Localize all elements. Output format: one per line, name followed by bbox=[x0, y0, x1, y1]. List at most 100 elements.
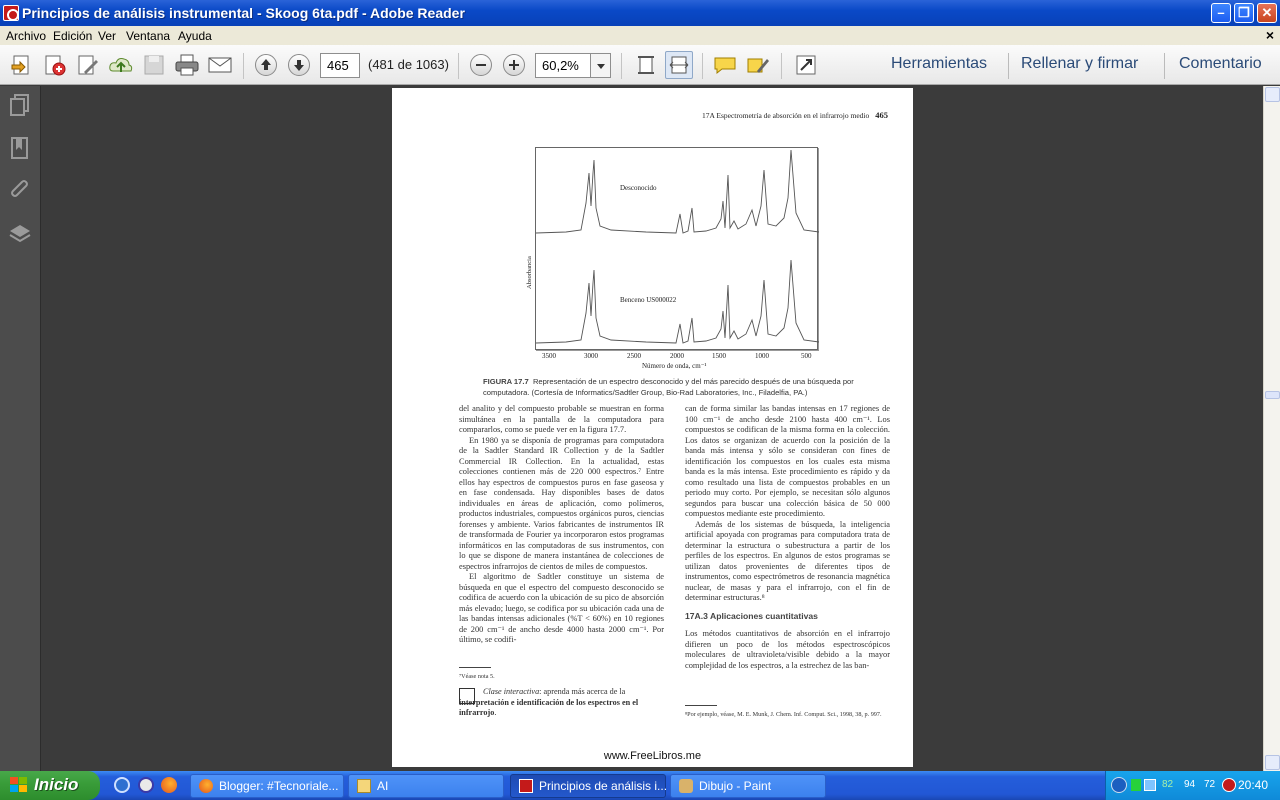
attachments-icon[interactable] bbox=[8, 179, 32, 203]
paragraph: El algoritmo de Sadtler constituye un si… bbox=[459, 572, 664, 644]
media-player-icon[interactable] bbox=[138, 777, 154, 793]
paragraph: En 1980 ya se disponía de programas para… bbox=[459, 435, 664, 571]
task-paint[interactable]: Dibujo - Paint bbox=[670, 774, 826, 798]
close-button[interactable]: ✕ bbox=[1257, 3, 1277, 23]
title-bar: Principios de análisis instrumental - Sk… bbox=[0, 0, 1280, 26]
tray-expand-icon[interactable] bbox=[1111, 777, 1127, 793]
show-desktop-icon[interactable] bbox=[114, 777, 130, 793]
comment-icon[interactable] bbox=[711, 51, 739, 79]
start-button[interactable]: Inicio bbox=[0, 771, 100, 800]
network-icon[interactable] bbox=[1144, 779, 1156, 791]
caption-text: Representación de un espectro desconocid… bbox=[483, 377, 854, 397]
paragraph: Los métodos cuantitativos de absorción e… bbox=[685, 629, 890, 670]
menu-archivo[interactable]: Archivo bbox=[6, 29, 46, 43]
x-axis-label: Número de onda, cm⁻¹ bbox=[642, 362, 707, 370]
zoom-input[interactable]: 60,2% bbox=[535, 53, 591, 78]
site-watermark: www.FreeLibros.me bbox=[603, 750, 702, 762]
tick-1000: 1000 bbox=[755, 352, 769, 360]
menu-edicion[interactable]: Edición bbox=[53, 29, 92, 43]
bookmarks-icon[interactable] bbox=[8, 136, 32, 160]
window-title: Principios de análisis instrumental - Sk… bbox=[22, 5, 465, 21]
task-blogger[interactable]: Blogger: #Tecnoriale... bbox=[190, 774, 344, 798]
spectrum-figure: Desconocido Benceno US000022 bbox=[535, 147, 819, 350]
y-axis-label: Absorbancia bbox=[526, 256, 533, 289]
restore-button[interactable]: ❐ bbox=[1234, 3, 1254, 23]
cpu-stat: 82 bbox=[1162, 779, 1174, 790]
paragraph: Además de los sistemas de búsqueda, la i… bbox=[685, 519, 890, 603]
firefox-icon[interactable] bbox=[161, 777, 177, 793]
menu-ver[interactable]: Ver bbox=[98, 29, 116, 43]
running-head-title: 17A Espectrometría de absorción en el in… bbox=[702, 111, 870, 120]
fill-sign-link[interactable]: Rellenar y firmar bbox=[1021, 55, 1138, 73]
email-icon[interactable] bbox=[206, 51, 234, 79]
scroll-down-icon[interactable] bbox=[1265, 755, 1280, 770]
vertical-scrollbar[interactable] bbox=[1263, 86, 1280, 771]
layers-icon[interactable] bbox=[8, 222, 32, 246]
interactive-class-note: Clase interactiva: aprenda más acerca de… bbox=[459, 687, 639, 718]
benzene-spectrum bbox=[536, 259, 819, 344]
tick-3000: 3000 bbox=[584, 352, 598, 360]
save-icon[interactable] bbox=[140, 51, 168, 79]
page-thumbnails-icon[interactable] bbox=[8, 93, 32, 117]
paragraph: can de forma similar las bandas intensas… bbox=[685, 404, 890, 518]
left-column: del analito y del compuesto probable se … bbox=[459, 404, 664, 646]
fullscreen-icon[interactable] bbox=[792, 51, 820, 79]
close-document-icon[interactable]: × bbox=[1266, 27, 1274, 43]
interactive-text: : aprenda más acerca de la bbox=[539, 687, 626, 696]
temp-stat: 72 bbox=[1204, 779, 1216, 790]
menu-ventana[interactable]: Ventana bbox=[126, 29, 170, 43]
tick-2000: 2000 bbox=[670, 352, 684, 360]
right-column: can de forma similar las bandas intensas… bbox=[685, 404, 890, 671]
highlight-icon[interactable] bbox=[744, 51, 772, 79]
open-file-icon[interactable] bbox=[8, 51, 36, 79]
windows-flag-icon bbox=[10, 777, 27, 792]
print-icon[interactable] bbox=[173, 51, 201, 79]
page-count: (481 de 1063) bbox=[368, 57, 449, 72]
footnote-8: ⁸Por ejemplo, véase, M. E. Munk, J. Chem… bbox=[685, 711, 882, 718]
next-page-icon[interactable] bbox=[285, 51, 313, 79]
menu-ayuda[interactable]: Ayuda bbox=[178, 29, 212, 43]
paragraph: del analito y del compuesto probable se … bbox=[459, 404, 664, 434]
scroll-up-icon[interactable] bbox=[1265, 87, 1280, 102]
clock: 20:40 bbox=[1237, 778, 1268, 792]
section-heading: 17A.3 Aplicaciones cuantitativas bbox=[685, 610, 818, 621]
tools-link[interactable]: Herramientas bbox=[891, 55, 987, 73]
benzene-label: Benceno US000022 bbox=[620, 296, 677, 304]
tick-1500: 1500 bbox=[712, 352, 726, 360]
system-tray: 82 94 72 20:40 bbox=[1105, 771, 1280, 800]
cloud-upload-icon[interactable] bbox=[107, 51, 135, 79]
figure-caption: FIGURA 17.7 Representación de un espectr… bbox=[483, 376, 883, 398]
memory-stat: 94 bbox=[1184, 779, 1196, 790]
menu-bar: Archivo Edición Ver Ventana Ayuda × bbox=[0, 26, 1280, 45]
comment-link[interactable]: Comentario bbox=[1179, 55, 1262, 73]
caption-label: FIGURA 17.7 bbox=[483, 377, 529, 386]
interactive-bold: interpretación e identificación de los e… bbox=[459, 697, 639, 718]
folder-icon bbox=[357, 779, 371, 793]
task-adobe-reader[interactable]: Principios de análisis i... bbox=[510, 774, 667, 798]
fit-page-icon[interactable] bbox=[632, 51, 660, 79]
running-head: 17A Espectrometría de absorción en el in… bbox=[702, 110, 888, 120]
page-number-input[interactable]: 465 bbox=[320, 53, 360, 78]
fit-width-icon[interactable] bbox=[665, 51, 693, 79]
scroll-thumb[interactable] bbox=[1265, 391, 1280, 399]
footnote-7: ⁷Véase nota 5. bbox=[459, 673, 495, 680]
navigation-panel bbox=[0, 86, 41, 771]
task-ai-folder[interactable]: AI bbox=[348, 774, 504, 798]
unknown-spectrum bbox=[536, 149, 819, 234]
create-pdf-icon[interactable] bbox=[41, 51, 69, 79]
zoom-in-icon[interactable] bbox=[500, 51, 528, 79]
adobe-reader-icon bbox=[519, 779, 533, 793]
edit-pdf-icon[interactable] bbox=[74, 51, 102, 79]
unknown-label: Desconocido bbox=[620, 184, 657, 192]
previous-page-icon[interactable] bbox=[252, 51, 280, 79]
tick-3500: 3500 bbox=[542, 352, 556, 360]
page-number: 465 bbox=[875, 110, 888, 120]
minimize-button[interactable]: – bbox=[1211, 3, 1231, 23]
interactive-italic: Clase interactiva bbox=[483, 687, 540, 696]
zoom-dropdown-icon[interactable] bbox=[590, 53, 611, 78]
tick-2500: 2500 bbox=[627, 352, 641, 360]
zoom-out-icon[interactable] bbox=[467, 51, 495, 79]
tick-500: 500 bbox=[801, 352, 812, 360]
adobe-updater-icon[interactable] bbox=[1222, 778, 1236, 792]
battery-icon bbox=[1131, 779, 1141, 791]
